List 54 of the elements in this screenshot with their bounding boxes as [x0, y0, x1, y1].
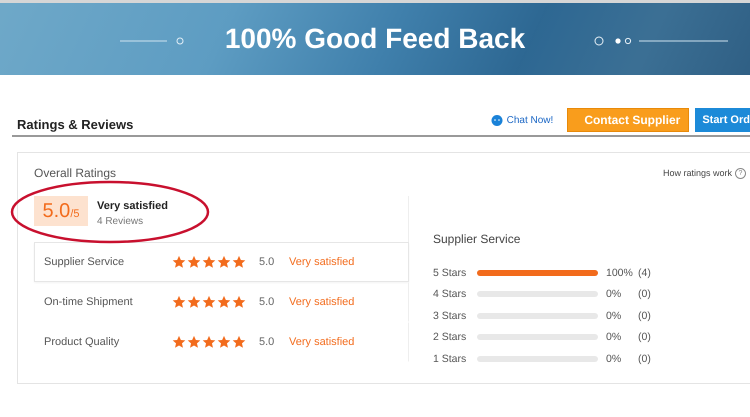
category-score: 5.0	[259, 296, 276, 308]
how-ratings-work-link[interactable]: How ratings work	[662, 168, 732, 178]
percent-label: 0%	[606, 352, 622, 365]
star-icon	[202, 255, 216, 269]
star-icon	[187, 255, 201, 269]
star-icon	[187, 295, 201, 309]
star-level-label: 5 Stars	[433, 266, 468, 279]
percent-label: 100%	[606, 266, 634, 279]
category-verdict: Very satisfied	[289, 296, 354, 308]
category-name: Product Quality	[43, 336, 120, 348]
star-icon	[172, 255, 186, 269]
percent-label: 0%	[606, 288, 622, 300]
overall-ratings-title: Overall Ratings	[34, 166, 116, 180]
star-icon	[202, 295, 216, 309]
category-score: 5.0	[259, 336, 276, 348]
chat-link[interactable]: Chat Now!	[506, 114, 554, 126]
star-level-label: 2 Stars	[433, 331, 468, 344]
banner-title: 100% Good Feed Back	[224, 23, 526, 55]
start-order-button[interactable]: Start Ord	[695, 108, 750, 132]
star-icon	[232, 335, 246, 349]
rating-category-row[interactable]: Supplier Service 5.0 Very satisfied	[34, 242, 409, 282]
star-icon	[217, 335, 231, 349]
overall-score: 5.0/5	[34, 196, 88, 226]
star-icon	[172, 295, 186, 309]
category-verdict: Very satisfied	[289, 256, 354, 268]
category-verdict: Very satisfied	[289, 336, 354, 348]
star-icon	[217, 295, 231, 309]
category-name: Supplier Service	[43, 256, 126, 268]
count-label: (0)	[638, 352, 651, 365]
section-title: Ratings & Reviews	[17, 116, 134, 132]
ornament-drawing	[120, 36, 186, 46]
star-icon	[202, 335, 216, 349]
star-level-label: 3 Stars	[433, 310, 468, 322]
category-score: 5.0	[259, 256, 276, 268]
count-label: (0)	[638, 331, 651, 344]
count-label: (0)	[638, 288, 651, 300]
rating-category-row[interactable]: Product Quality 5.0 Very satisfied	[34, 322, 409, 362]
count-label: (4)	[638, 266, 651, 279]
star-icon	[232, 255, 246, 269]
star-level-label: 1 Stars	[433, 352, 468, 365]
star-icon	[232, 295, 246, 309]
rating-category-row[interactable]: On-time Shipment 5.0 Very satisfied	[34, 282, 409, 322]
overall-verdict: Very satisfied	[97, 200, 168, 212]
percent-label: 0%	[606, 331, 622, 344]
distribution-title: Supplier Service	[433, 232, 522, 246]
star-icon	[217, 255, 231, 269]
star-icon	[172, 335, 186, 349]
count-label: (0)	[638, 310, 651, 322]
category-name: On-time Shipment	[43, 296, 134, 308]
chat-icon	[490, 114, 503, 126]
star-icon	[187, 335, 201, 349]
star-level-label: 4 Stars	[433, 288, 468, 300]
percent-label: 0%	[606, 310, 622, 322]
review-count: 4 Reviews	[97, 216, 144, 227]
